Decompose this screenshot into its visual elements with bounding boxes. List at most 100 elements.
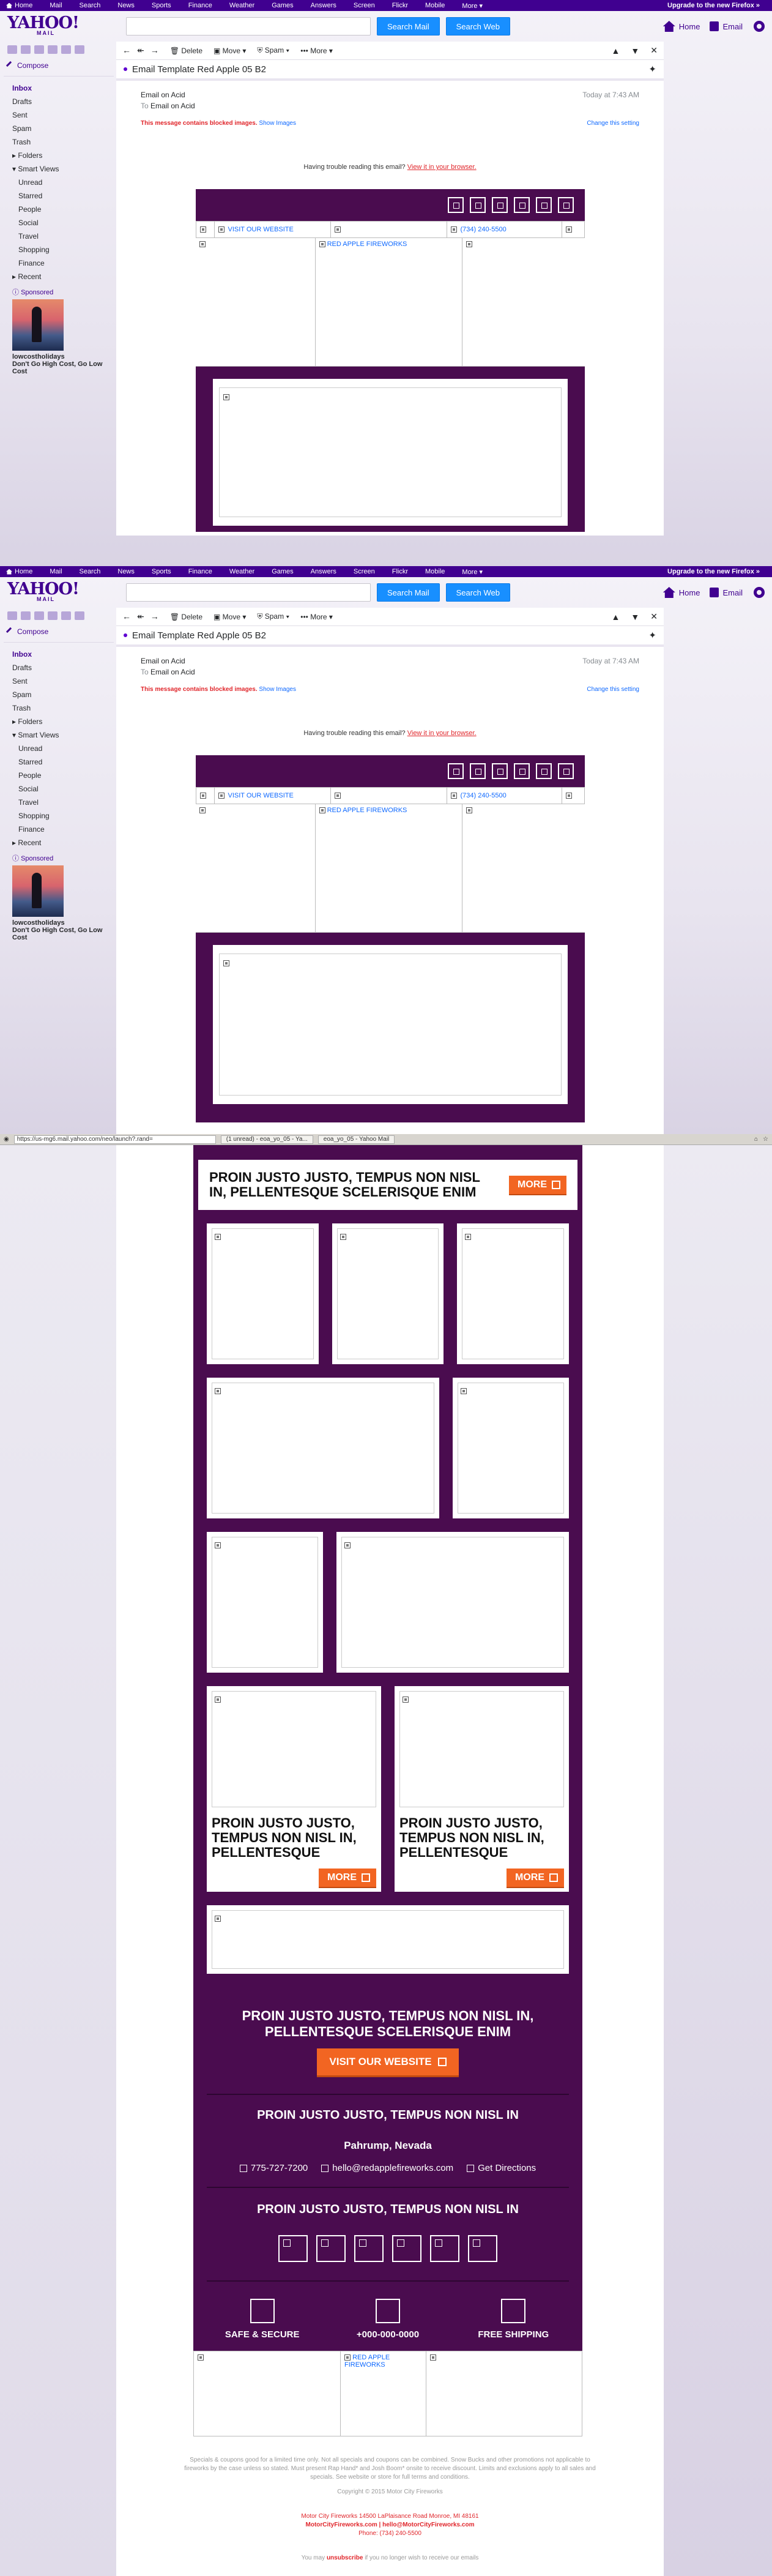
folder-drafts[interactable]: Drafts	[12, 661, 113, 674]
show-images-link[interactable]: Show Images	[259, 686, 296, 693]
nav-search[interactable]: Search	[71, 2, 109, 9]
notepad-app-icon[interactable]	[48, 45, 58, 54]
social-icon[interactable]	[447, 763, 464, 779]
more-button[interactable]: ••• More ▾	[300, 613, 333, 621]
delete-button[interactable]: 🗑 Delete	[170, 47, 202, 55]
sponsored-ad[interactable]: ⓘ Sponsored lowcostholidays Don't Go Hig…	[4, 849, 116, 945]
folder-spam[interactable]: Spam	[12, 688, 113, 701]
ad-image[interactable]	[12, 865, 64, 917]
product-tile[interactable]	[207, 1378, 439, 1518]
recipient[interactable]: Email on Acid	[150, 668, 195, 676]
compose-button[interactable]: Compose	[4, 625, 114, 643]
fireworks-logo-link[interactable]: RED APPLE FIREWORKS	[316, 238, 462, 366]
mail-app-icon[interactable]	[7, 611, 17, 620]
product-tile[interactable]	[207, 1532, 323, 1673]
browser-tab-2[interactable]: eoa_yo_05 - Yahoo Mail	[317, 1135, 395, 1144]
social-icon[interactable]	[513, 763, 530, 779]
nav-weather[interactable]: Weather	[221, 568, 263, 575]
delete-button[interactable]: 🗑 Delete	[170, 613, 202, 621]
nav-home[interactable]: Home	[4, 568, 41, 575]
nav-finance[interactable]: Finance	[180, 2, 221, 9]
contacts-app-icon[interactable]	[21, 611, 31, 620]
nav-news[interactable]: News	[109, 2, 143, 9]
sponsored-ad[interactable]: ⓘ Sponsored lowcostholidays Don't Go Hig…	[4, 283, 116, 379]
smart-views-toggle[interactable]: ▾ Smart Views	[12, 162, 113, 176]
folder-sent[interactable]: Sent	[12, 108, 113, 122]
back-icon[interactable]: ←	[122, 611, 131, 622]
nav-sports[interactable]: Sports	[143, 568, 180, 575]
visit-website-button[interactable]: VISIT OUR WEBSITE	[317, 2048, 459, 2075]
unsubscribe-link[interactable]: unsubscribe	[327, 2555, 363, 2561]
product-tile[interactable]	[336, 1532, 569, 1673]
hero-image[interactable]	[212, 379, 568, 526]
phone-contact[interactable]: 775-727-7200	[239, 2163, 308, 2173]
view-in-browser-link[interactable]: View it in your browser.	[407, 730, 477, 737]
up-arrow-icon[interactable]: ▲	[612, 46, 620, 56]
smart-starred[interactable]: Starred	[12, 755, 113, 769]
newsfeed-app-icon[interactable]	[75, 611, 84, 620]
pin-icon[interactable]: ✦	[648, 630, 656, 641]
header-home-link[interactable]: Home	[663, 587, 700, 598]
nav-sports[interactable]: Sports	[143, 2, 180, 9]
header-email-link[interactable]: Email	[710, 588, 743, 597]
down-arrow-icon[interactable]: ▼	[631, 46, 639, 56]
browser-tab-1[interactable]: (1 unread) - eoa_yo_05 - Ya...	[220, 1135, 313, 1144]
home-icon[interactable]: ⌂	[754, 1136, 758, 1143]
product-tile[interactable]	[457, 1223, 569, 1364]
hero-image[interactable]	[212, 945, 568, 1104]
gear-icon[interactable]	[754, 587, 765, 598]
sender[interactable]: Email on Acid	[141, 657, 185, 668]
reply-all-icon[interactable]: ↞	[137, 45, 144, 56]
forward-icon[interactable]: →	[150, 611, 159, 622]
smart-finance[interactable]: Finance	[12, 256, 113, 270]
folder-trash[interactable]: Trash	[12, 135, 113, 149]
nav-answers[interactable]: Answers	[302, 2, 345, 9]
folder-spam[interactable]: Spam	[12, 122, 113, 135]
social-icon[interactable]	[491, 763, 508, 779]
social-icon[interactable]	[392, 2235, 421, 2262]
smart-people[interactable]: People	[12, 203, 113, 216]
change-setting-link[interactable]: Change this setting	[587, 120, 639, 127]
move-button[interactable]: ▣ Move ▾	[213, 47, 246, 55]
smart-people[interactable]: People	[12, 769, 113, 782]
nav-screen[interactable]: Screen	[345, 2, 384, 9]
product-tile[interactable]	[207, 1223, 319, 1364]
footer-links[interactable]: MotorCityFireworks.com | hello@MotorCity…	[177, 2521, 603, 2529]
recipient[interactable]: Email on Acid	[150, 102, 195, 110]
visit-website-link[interactable]: VISIT OUR WEBSITE	[215, 222, 331, 237]
phone-link[interactable]: (734) 240-5500	[447, 222, 562, 237]
nav-games[interactable]: Games	[263, 2, 302, 9]
nav-mail[interactable]: Mail	[41, 568, 70, 575]
promo-image[interactable]	[212, 1691, 376, 1807]
social-icon[interactable]	[469, 197, 486, 213]
nav-weather[interactable]: Weather	[221, 2, 263, 9]
folder-trash[interactable]: Trash	[12, 701, 113, 715]
email-contact[interactable]: hello@redapplefireworks.com	[321, 2163, 453, 2173]
phone-link[interactable]: (734) 240-5500	[447, 788, 562, 804]
gear-icon[interactable]	[754, 21, 765, 32]
social-icon[interactable]	[491, 197, 508, 213]
nav-screen[interactable]: Screen	[345, 568, 384, 575]
move-button[interactable]: ▣ Move ▾	[213, 613, 246, 621]
smart-views-toggle[interactable]: ▾ Smart Views	[12, 728, 113, 742]
nav-mobile[interactable]: Mobile	[417, 568, 453, 575]
nav-more[interactable]: More ▾	[453, 2, 491, 10]
search-input[interactable]	[126, 17, 371, 35]
smart-starred[interactable]: Starred	[12, 189, 113, 203]
yahoo-mail-logo[interactable]: YAHOO! MAIL	[7, 581, 111, 602]
smart-unread[interactable]: Unread	[12, 742, 113, 755]
social-icon[interactable]	[354, 2235, 384, 2262]
calendar-app-icon[interactable]	[34, 611, 44, 620]
recent-toggle[interactable]: ▸ Recent	[12, 270, 113, 283]
smart-shopping[interactable]: Shopping	[12, 243, 113, 256]
search-input[interactable]	[126, 583, 371, 602]
pin-icon[interactable]: ✦	[648, 64, 656, 75]
smart-shopping[interactable]: Shopping	[12, 809, 113, 823]
folder-drafts[interactable]: Drafts	[12, 95, 113, 108]
smart-social[interactable]: Social	[12, 216, 113, 230]
social-icon[interactable]	[557, 763, 574, 779]
header-home-link[interactable]: Home	[663, 21, 700, 32]
folder-inbox[interactable]: Inbox	[12, 81, 113, 95]
mail-app-icon[interactable]	[7, 45, 17, 54]
search-web-button[interactable]: Search Web	[445, 583, 510, 602]
